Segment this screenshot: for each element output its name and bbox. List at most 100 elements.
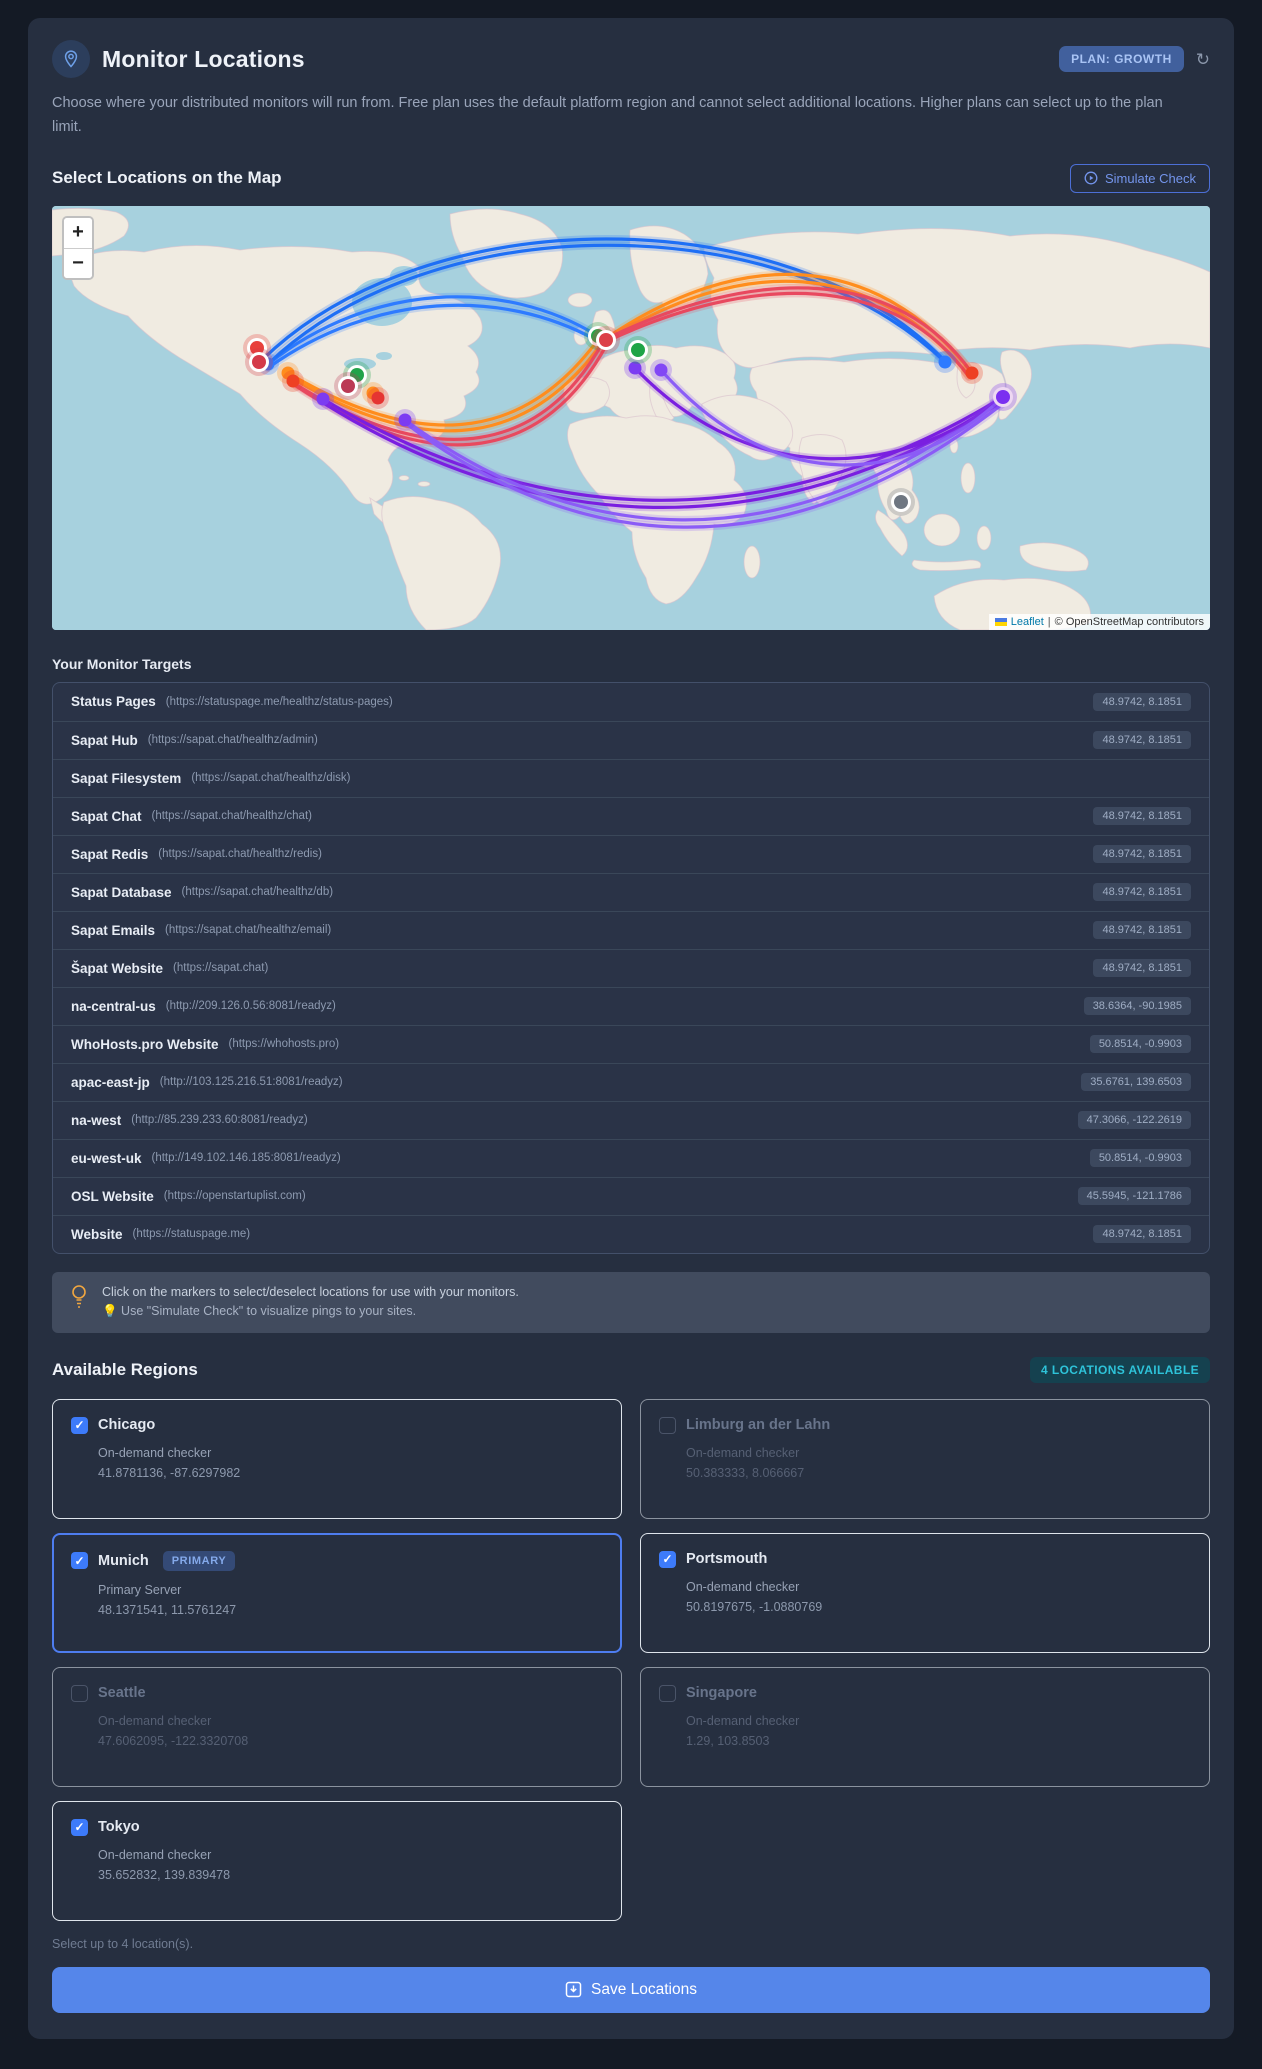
marker-eu-purple-2[interactable] [650, 358, 672, 381]
target-url: (https://sapat.chat) [173, 962, 269, 975]
primary-badge: PRIMARY [162, 1550, 236, 1571]
region-card[interactable]: Singapore On-demand checker 1.29, 103.85… [640, 1666, 1210, 1787]
target-coords-badge: 48.9742, 8.1851 [1093, 807, 1191, 826]
region-subtitle: On-demand checker [686, 1713, 800, 1728]
table-row: Website (https://statuspage.me) 48.9742,… [53, 1214, 1209, 1253]
target-name: OSL Website [71, 1188, 154, 1204]
region-checkbox[interactable]: ✓ [71, 1552, 88, 1570]
attribution-separator: | [1047, 615, 1051, 628]
map-section-title: Select Locations on the Map [52, 168, 282, 188]
region-subtitle: On-demand checker [98, 1713, 212, 1728]
save-locations-button[interactable]: Save Locations [52, 1966, 1210, 2013]
location-pin-icon [52, 40, 90, 78]
target-name: WhoHosts.pro Website [71, 1036, 219, 1052]
target-coords-badge: 48.9742, 8.1851 [1093, 959, 1191, 978]
target-url: (https://sapat.chat/healthz/admin) [147, 734, 318, 747]
target-url: (https://sapat.chat/healthz/db) [181, 886, 334, 899]
marker-singapore[interactable] [887, 487, 915, 516]
osm-attribution: © OpenStreetMap contributors [1054, 615, 1204, 628]
marker-us-red-1[interactable] [282, 369, 304, 392]
target-url: (http://149.102.146.185:8081/readyz) [151, 1152, 341, 1165]
target-name: Status Pages [71, 694, 156, 710]
target-name: eu-west-uk [71, 1150, 142, 1166]
region-name: Tokyo [98, 1819, 140, 1836]
marker-us-purple-2[interactable] [394, 408, 416, 431]
region-checkbox[interactable]: ✓ [71, 1818, 88, 1836]
lightbulb-icon [72, 1285, 86, 1308]
play-circle-icon [1084, 171, 1098, 185]
table-row: Sapat Redis (https://sapat.chat/healthz/… [53, 834, 1209, 873]
ukraine-flag-icon [994, 617, 1007, 626]
marker-asia-blue[interactable] [934, 350, 956, 373]
save-locations-label: Save Locations [591, 1980, 697, 1998]
region-checkbox[interactable] [659, 1684, 676, 1702]
zoom-out-button[interactable]: − [64, 247, 92, 278]
region-name: Portsmouth [686, 1551, 768, 1568]
map-zoom-control: + − [62, 215, 94, 280]
region-card[interactable]: ✓ Portsmouth On-demand checker 50.819767… [640, 1532, 1210, 1653]
table-row: Status Pages (https://statuspage.me/heal… [53, 683, 1209, 721]
table-row: WhoHosts.pro Website (https://whohosts.p… [53, 1024, 1209, 1063]
region-card[interactable]: Limburg an der Lahn On-demand checker 50… [640, 1398, 1210, 1519]
table-row: na-central-us (http://209.126.0.56:8081/… [53, 986, 1209, 1025]
target-coords-badge: 47.3066, -122.2619 [1077, 1111, 1191, 1130]
target-coords-badge: 50.8514, -0.9903 [1089, 1035, 1191, 1054]
table-row: eu-west-uk (http://149.102.146.185:8081/… [53, 1138, 1209, 1177]
marker-us-red-2[interactable] [367, 386, 389, 409]
marker-asia-red[interactable] [961, 361, 983, 384]
region-subtitle: Primary Server [98, 1582, 182, 1597]
marker-seattle[interactable] [245, 347, 273, 376]
monitor-locations-panel: Monitor Locations PLAN: GROWTH ↻ Choose … [28, 18, 1234, 2039]
refresh-icon[interactable]: ↻ [1196, 51, 1210, 68]
marker-us-purple-1[interactable] [312, 387, 334, 410]
region-name: Limburg an der Lahn [686, 1417, 831, 1434]
target-name: apac-east-jp [71, 1074, 150, 1090]
header: Monitor Locations PLAN: GROWTH ↻ [52, 40, 1210, 78]
table-row: Sapat Chat (https://sapat.chat/healthz/c… [53, 796, 1209, 835]
region-name: Seattle [98, 1685, 146, 1702]
target-url: (https://openstartuplist.com) [163, 1190, 306, 1203]
target-coords-badge: 48.9742, 8.1851 [1093, 845, 1191, 864]
table-row: Sapat Emails (https://sapat.chat/healthz… [53, 910, 1209, 949]
targets-heading: Your Monitor Targets [52, 655, 192, 672]
target-url: (http://85.239.233.60:8081/readyz) [131, 1114, 308, 1127]
page-title: Monitor Locations [102, 45, 305, 72]
region-coords: 50.383333, 8.066667 [686, 1465, 805, 1480]
marker-munich[interactable] [624, 335, 652, 364]
marker-na-central[interactable] [334, 371, 362, 400]
target-url: (https://statuspage.me) [132, 1228, 251, 1241]
leaflet-link[interactable]: Leaflet [1011, 616, 1044, 628]
zoom-in-button[interactable]: + [64, 217, 92, 248]
table-row: Sapat Hub (https://sapat.chat/healthz/ad… [53, 720, 1209, 759]
target-coords-badge: 50.8514, -0.9903 [1089, 1149, 1191, 1168]
region-card[interactable]: ✓ Munich PRIMARY Primary Server 48.13715… [52, 1532, 622, 1653]
target-name: Website [71, 1226, 123, 1242]
region-card[interactable]: ✓ Chicago On-demand checker 41.8781136, … [52, 1398, 622, 1519]
target-name: na-west [71, 1112, 122, 1128]
region-card[interactable]: ✓ Tokyo On-demand checker 35.652832, 139… [52, 1800, 622, 1921]
target-coords-badge: 45.5945, -121.1786 [1077, 1187, 1191, 1206]
target-url: (https://sapat.chat/healthz/redis) [158, 848, 322, 861]
target-url: (http://103.125.216.51:8081/readyz) [159, 1076, 343, 1089]
region-subtitle: On-demand checker [98, 1847, 212, 1862]
description-text: Choose where your distributed monitors w… [52, 95, 1163, 135]
world-map[interactable]: + − Leaflet | © OpenStreetMap contributo… [52, 205, 1210, 630]
target-name: Sapat Filesystem [71, 770, 182, 786]
simulate-check-button[interactable]: Simulate Check [1069, 163, 1210, 193]
region-checkbox[interactable]: ✓ [71, 1416, 88, 1434]
tip-box: Click on the markers to select/deselect … [52, 1271, 1210, 1333]
region-checkbox[interactable] [71, 1684, 88, 1702]
locations-available-badge: 4 LOCATIONS AVAILABLE [1030, 1356, 1210, 1383]
region-coords: 47.6062095, -122.3320708 [98, 1733, 249, 1748]
marker-tokyo[interactable] [989, 382, 1017, 411]
region-coords: 1.29, 103.8503 [686, 1733, 770, 1748]
region-card[interactable]: Seattle On-demand checker 47.6062095, -1… [52, 1666, 622, 1787]
region-subtitle: On-demand checker [686, 1579, 800, 1594]
target-name: Sapat Emails [71, 922, 156, 938]
marker-eu-west-uk[interactable] [592, 325, 620, 354]
region-checkbox[interactable]: ✓ [659, 1550, 676, 1568]
target-coords-badge: 35.6761, 139.6503 [1081, 1073, 1191, 1092]
region-checkbox[interactable] [659, 1416, 676, 1434]
region-coords: 48.1371541, 11.5761247 [98, 1602, 237, 1617]
target-url: (https://sapat.chat/healthz/email) [165, 924, 332, 937]
